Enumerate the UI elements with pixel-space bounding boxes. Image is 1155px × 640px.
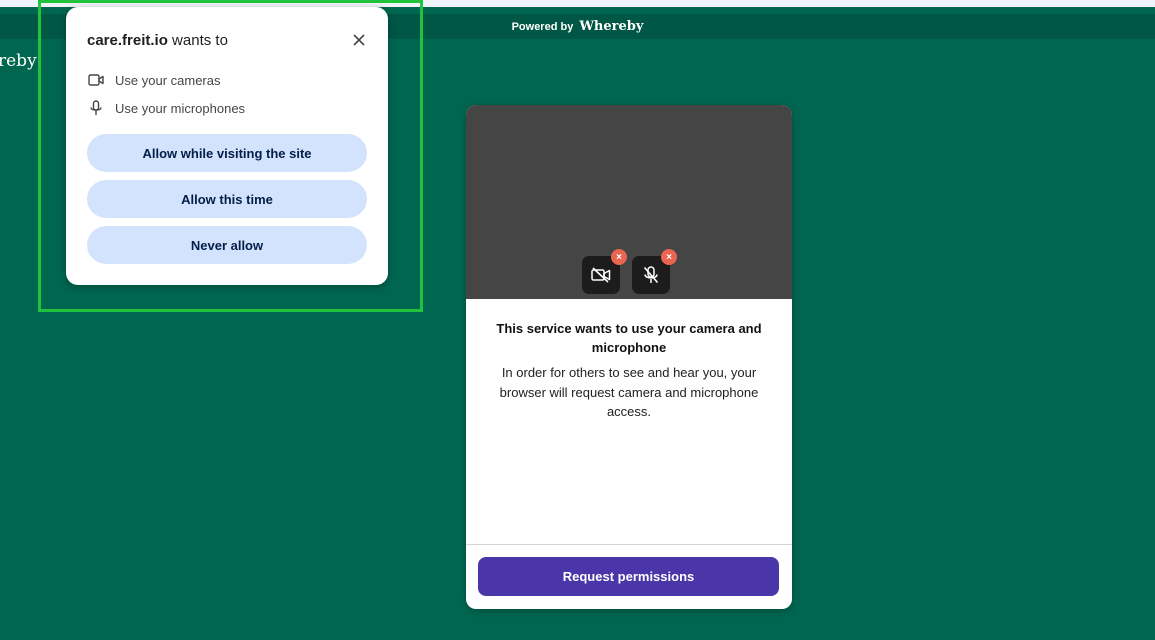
permission-microphone-label: Use your microphones [115, 100, 246, 116]
allow-while-visiting-button[interactable]: Allow while visiting the site [87, 134, 367, 172]
never-allow-button[interactable]: Never allow [87, 226, 367, 264]
card-heading: This service wants to use your camera an… [496, 321, 762, 355]
popup-title: care.freit.io wants to [87, 32, 228, 49]
whereby-corner-logo: reby [0, 51, 37, 71]
powered-by-text: Powered by [511, 20, 574, 33]
permission-camera-row: Use your cameras [88, 72, 220, 88]
close-button[interactable] [348, 29, 370, 51]
request-permissions-button[interactable]: Request permissions [478, 557, 779, 596]
card-divider [466, 544, 792, 545]
whereby-brand[interactable]: Whereby [579, 19, 643, 34]
camera-off-icon [591, 267, 611, 283]
permission-microphone-row: Use your microphones [88, 100, 245, 116]
permission-camera-label: Use your cameras [115, 72, 221, 88]
popup-title-suffix: wants to [172, 32, 228, 49]
permission-popup: care.freit.io wants to Use your cameras … [66, 7, 388, 285]
camera-toggle-button[interactable]: × [582, 249, 627, 294]
permission-request-card: × × This service wants to use your camer… [466, 105, 792, 609]
camera-error-badge: × [611, 249, 627, 265]
microphone-icon [88, 100, 104, 116]
close-icon [353, 34, 365, 46]
camera-icon [88, 72, 104, 88]
allow-this-time-button[interactable]: Allow this time [87, 180, 367, 218]
microphone-toggle-button[interactable]: × [632, 249, 677, 294]
video-preview: × × [466, 105, 792, 299]
microphone-error-badge: × [661, 249, 677, 265]
popup-origin: care.freit.io [87, 32, 168, 49]
card-body-text: In order for others to see and hear you,… [499, 365, 759, 419]
microphone-off-icon [643, 266, 659, 284]
